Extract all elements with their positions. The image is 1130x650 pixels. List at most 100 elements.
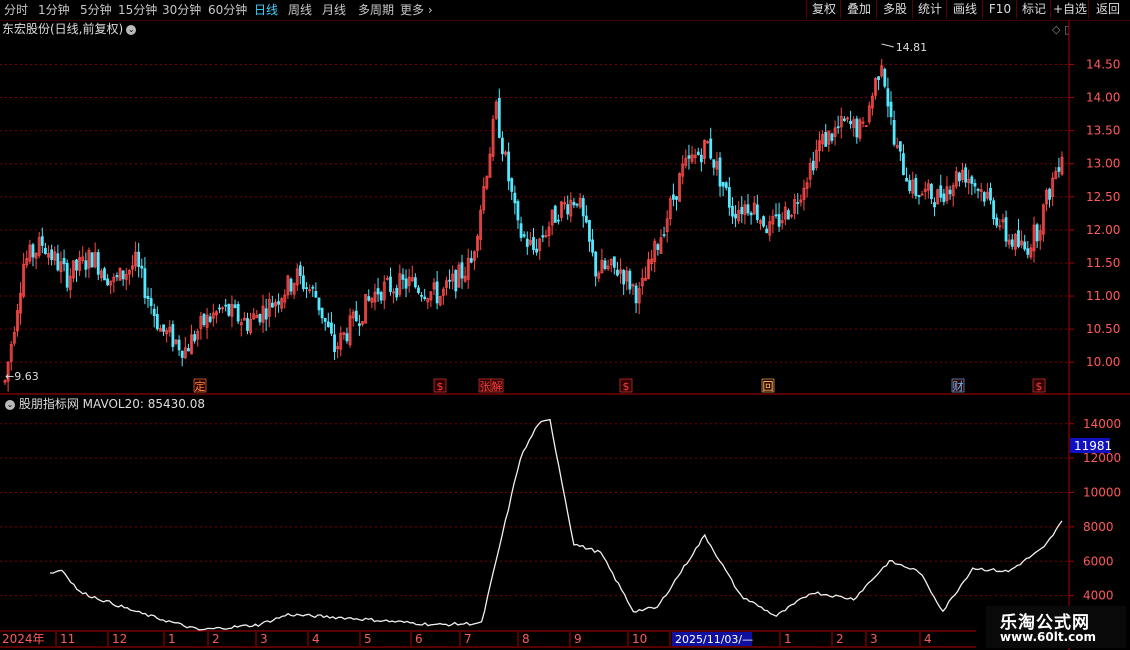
candle-body: [662, 234, 666, 237]
candle-body: [180, 350, 184, 358]
candle-body: [103, 268, 106, 281]
price-tick-label: 11.00: [1086, 289, 1120, 303]
candle-body: [326, 321, 330, 328]
candle-body: [44, 247, 47, 255]
date-month-label: 12: [112, 632, 127, 646]
candle-body: [233, 304, 237, 308]
candle-body: [171, 324, 175, 347]
candle-body: [469, 258, 473, 263]
candle-body: [594, 251, 598, 277]
candle-body: [40, 236, 44, 246]
candle-body: [721, 181, 725, 187]
candle-body: [193, 334, 197, 342]
event-marker: 定: [195, 379, 206, 393]
candle-body: [696, 151, 700, 156]
high-pointer: [881, 43, 894, 48]
candle-body: [56, 253, 60, 271]
candle-body: [420, 294, 423, 297]
candle-body: [149, 298, 153, 307]
candle-body: [137, 251, 141, 267]
candle-body: [298, 265, 302, 276]
candle-body: [417, 287, 420, 293]
candle-body: [1026, 248, 1030, 255]
candle-body: [401, 274, 405, 280]
candle-body: [908, 180, 912, 192]
candle-body: [824, 132, 828, 147]
candle-body: [1057, 167, 1061, 172]
candle-body: [740, 206, 744, 215]
candle-body: [497, 97, 501, 138]
candle-body: [724, 182, 728, 189]
candle-body: [622, 269, 626, 285]
indicator-tick-label: 6000: [1083, 554, 1114, 568]
candle-body: [246, 318, 249, 331]
price-tick-label: 14.00: [1086, 91, 1120, 105]
date-month-label: 5: [364, 632, 372, 646]
date-cursor-label: 2025/11/03/—: [675, 633, 753, 646]
date-month-label: 4: [312, 632, 320, 646]
candle-body: [976, 189, 980, 191]
candle-body: [995, 217, 999, 226]
event-marker: 财: [953, 379, 964, 393]
candle-body: [115, 275, 119, 278]
candle-body: [699, 154, 703, 163]
candle-body: [62, 257, 66, 265]
candle-body: [933, 202, 936, 208]
date-month-label: 3: [870, 632, 878, 646]
candle-body: [525, 238, 529, 247]
candle-body: [376, 288, 380, 295]
price-tick-label: 11.50: [1086, 256, 1120, 270]
candle-body: [177, 339, 181, 351]
candle-body: [96, 252, 100, 275]
candle-body: [731, 205, 734, 217]
event-marker: 解: [492, 379, 503, 393]
candle-body: [404, 278, 408, 289]
date-month-label: 6: [415, 632, 423, 646]
candle-body: [842, 118, 846, 121]
indicator-tick-label: 10000: [1083, 486, 1121, 500]
candle-body: [1023, 241, 1027, 250]
date-month-label: 9: [574, 632, 582, 646]
date-month-label: 1: [784, 632, 792, 646]
date-month-label: 10: [632, 632, 647, 646]
price-tick-label: 12.50: [1086, 190, 1120, 204]
date-month-label: 11: [60, 632, 75, 646]
candle-body: [656, 244, 660, 250]
candle-body: [146, 296, 150, 299]
candle-body: [535, 248, 539, 253]
candle-body: [796, 202, 800, 204]
candle-body: [588, 220, 591, 242]
event-marker: $: [437, 380, 444, 393]
candle-body: [187, 348, 190, 352]
candle-body: [389, 276, 392, 292]
candle-body: [90, 252, 94, 268]
candle-body: [333, 334, 336, 353]
candle-body: [413, 277, 417, 288]
date-month-label: 3: [260, 632, 268, 646]
candle-body: [898, 141, 902, 152]
candle-body: [143, 268, 147, 299]
high-label: 14.81: [896, 41, 928, 54]
candle-body: [765, 228, 769, 234]
candle-body: [258, 314, 262, 323]
candle-body: [553, 205, 557, 223]
candle-body: [942, 193, 946, 203]
candle-body: [202, 313, 206, 325]
candle-body: [516, 201, 520, 221]
candle-body: [675, 196, 678, 200]
candle-body: [541, 235, 545, 238]
candle-body: [902, 153, 905, 176]
date-month-label: 2: [212, 632, 220, 646]
candle-body: [603, 260, 607, 270]
candle-body: [522, 234, 526, 237]
price-tick-label: 10.50: [1086, 322, 1120, 336]
candle-body: [964, 167, 968, 183]
kline-chart[interactable]: 14.50 14.00 13.50 13.00 12.50 12.00 11.50 11.00…: [0, 0, 1130, 650]
watermark: 乐淘公式网 www.60lt.com: [986, 606, 1126, 648]
price-tick-label: 10.00: [1086, 355, 1120, 369]
candle-body: [513, 192, 517, 204]
date-year-label: 2024年: [2, 632, 45, 646]
indicator-tick-label: 8000: [1083, 520, 1114, 534]
candle-body: [889, 101, 893, 118]
candle-body: [905, 177, 908, 182]
